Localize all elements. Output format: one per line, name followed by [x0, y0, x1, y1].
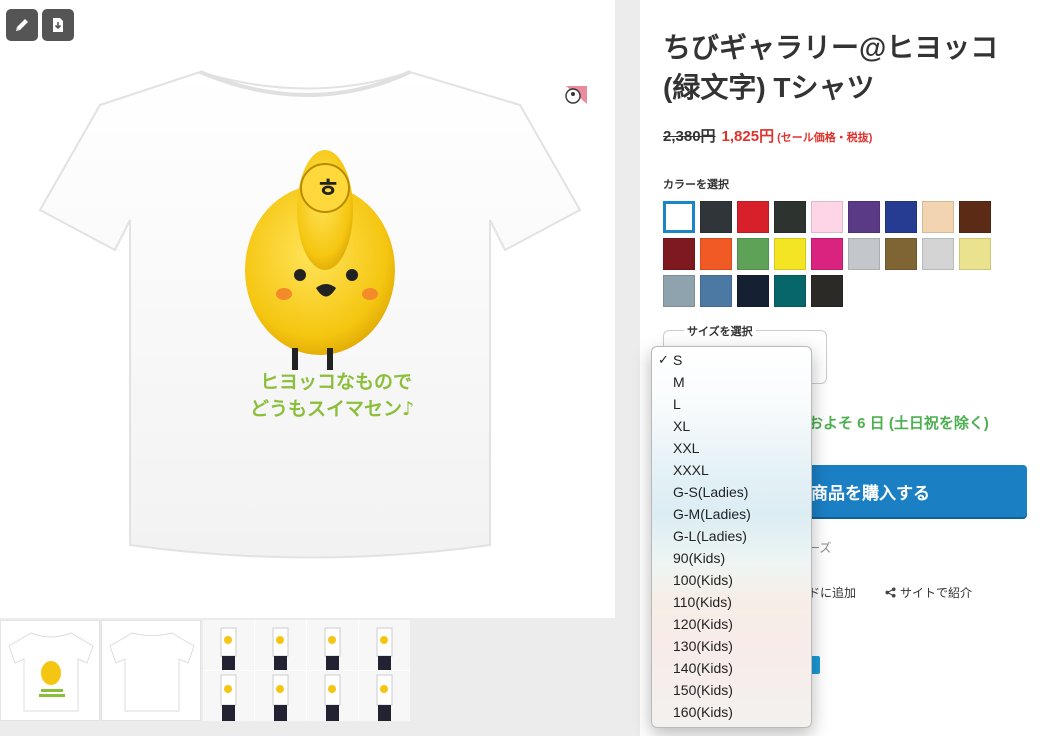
color-swatch[interactable] [774, 201, 806, 233]
size-option-label: S [673, 352, 683, 368]
color-select-label: カラーを選択 [663, 179, 729, 191]
size-option-label: 120(Kids) [673, 616, 733, 632]
thumbnail-strip [0, 620, 615, 722]
price-row: 2,380円 1,825円 (セール価格・税抜) [663, 125, 872, 146]
size-option[interactable]: 130(Kids) [652, 635, 811, 657]
color-swatch[interactable] [737, 201, 769, 233]
thumbnail-model[interactable] [307, 620, 358, 670]
size-option-label: XL [673, 418, 691, 434]
pencil-icon [16, 19, 28, 31]
color-swatch[interactable] [700, 275, 732, 307]
thumbnail-back[interactable] [101, 620, 201, 721]
color-swatch[interactable] [737, 275, 769, 307]
thumbnail-model[interactable] [255, 620, 306, 670]
size-option-label: XXXL [673, 462, 709, 478]
artwork-text-line2: どうもスイマセン♪ [250, 398, 414, 420]
color-swatch[interactable] [811, 238, 843, 270]
size-dropdown-menu[interactable]: ✓ S M L XL XXL XXXL G-S(Ladies) G-M(Ladies) G-L(L… [651, 346, 812, 728]
size-option-label: G-L(Ladies) [673, 528, 747, 544]
product-image-panel: ㅎ ヒヨッコなもので どうもスイマセン♪ [0, 0, 615, 618]
thumbnail-model[interactable] [255, 671, 306, 721]
download-button[interactable] [42, 9, 74, 41]
color-swatch[interactable] [959, 201, 991, 233]
size-option[interactable]: L [652, 393, 811, 415]
color-swatch[interactable] [663, 275, 695, 307]
edit-button[interactable] [6, 9, 38, 41]
color-swatch[interactable] [922, 238, 954, 270]
color-swatch[interactable] [959, 238, 991, 270]
delivery-estimate: およそ 6 日 (土日祝を除く) [808, 415, 989, 432]
color-swatch[interactable] [885, 238, 917, 270]
size-option[interactable]: 100(Kids) [652, 569, 811, 591]
size-option-label: G-M(Ladies) [673, 506, 751, 522]
thumbnail-front[interactable] [0, 620, 100, 721]
product-title: ちびギャラリー@ヒヨッコ(緑文字) Tシャツ [663, 32, 999, 103]
color-swatch[interactable] [774, 238, 806, 270]
color-swatch[interactable] [811, 275, 843, 307]
size-option[interactable]: 160(Kids) [652, 701, 811, 723]
size-option-label: 150(Kids) [673, 682, 733, 698]
color-swatch[interactable] [700, 201, 732, 233]
size-option-label: 160(Kids) [673, 704, 733, 720]
checkmark-icon: ✓ [658, 352, 669, 367]
thumbnail-model[interactable] [203, 671, 254, 721]
thumbnail-model-grid[interactable] [203, 620, 410, 721]
size-option[interactable]: G-M(Ladies) [652, 503, 811, 525]
thumbnail-model[interactable] [359, 620, 410, 670]
size-select-label: サイズを選択 [684, 323, 756, 339]
thumbnail-model[interactable] [359, 671, 410, 721]
original-price: 2,380円 [663, 128, 716, 145]
size-option-label: 100(Kids) [673, 572, 733, 588]
size-option[interactable]: M [652, 371, 811, 393]
color-swatch[interactable] [922, 201, 954, 233]
size-option-label: L [673, 396, 681, 412]
artwork-text-line1: ヒヨッコなもので [260, 371, 412, 393]
size-option-label: G-S(Ladies) [673, 484, 749, 500]
size-option[interactable]: XXL [652, 437, 811, 459]
color-swatch-grid [663, 201, 993, 307]
color-swatch[interactable] [848, 238, 880, 270]
size-option[interactable]: 110(Kids) [652, 591, 811, 613]
color-swatch[interactable] [811, 201, 843, 233]
size-option[interactable]: 150(Kids) [652, 679, 811, 701]
color-swatch[interactable] [737, 238, 769, 270]
size-option-label: 140(Kids) [673, 660, 733, 676]
add-to-guide-link[interactable]: ドに追加 [808, 584, 856, 601]
thumbnail-model[interactable] [203, 620, 254, 670]
size-option-label: 110(Kids) [673, 594, 732, 610]
size-option[interactable]: ✓ S [652, 349, 811, 371]
share-link[interactable]: サイトで紹介 [885, 584, 972, 601]
share-icon [885, 587, 896, 598]
size-option[interactable]: XXXL [652, 459, 811, 481]
share-label: サイトで紹介 [900, 586, 973, 600]
color-swatch[interactable] [663, 201, 695, 233]
svg-text:ㅎ: ㅎ [316, 174, 340, 204]
size-option[interactable]: G-L(Ladies) [652, 525, 811, 547]
size-option[interactable]: 90(Kids) [652, 547, 811, 569]
size-option[interactable]: G-S(Ladies) [652, 481, 811, 503]
sale-price: 1,825円 [721, 128, 775, 145]
tshirt-illustration: ㅎ ヒヨッコなもので どうもスイマセン♪ [38, 70, 582, 559]
download-icon [53, 18, 63, 32]
size-option-label: 90(Kids) [673, 550, 726, 566]
size-option-label: M [673, 374, 685, 390]
size-option[interactable]: 120(Kids) [652, 613, 811, 635]
buy-button[interactable]: 商品を購入する [793, 465, 1027, 517]
size-option-label: XXL [673, 440, 700, 456]
color-swatch[interactable] [700, 238, 732, 270]
color-swatch[interactable] [848, 201, 880, 233]
color-swatch[interactable] [663, 238, 695, 270]
size-option-label: 130(Kids) [673, 638, 733, 654]
size-option[interactable]: XL [652, 415, 811, 437]
size-option[interactable]: 140(Kids) [652, 657, 811, 679]
color-swatch[interactable] [885, 201, 917, 233]
thumbnail-model[interactable] [307, 671, 358, 721]
sale-note: (セール価格・税抜) [777, 132, 873, 144]
color-swatch[interactable] [774, 275, 806, 307]
